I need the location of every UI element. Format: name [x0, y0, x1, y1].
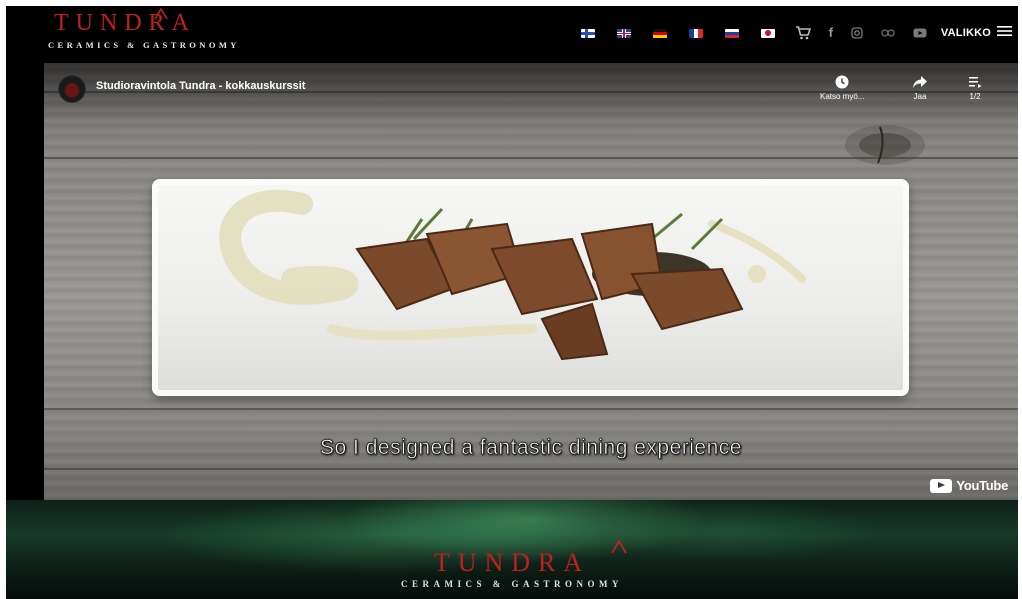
youtube-play-icon: [930, 478, 953, 493]
clock-icon: [835, 75, 849, 89]
wood-knot: [845, 125, 925, 165]
playlist-icon: [969, 77, 982, 88]
playlist-button[interactable]: 1/2: [968, 75, 982, 101]
hamburger-menu-icon[interactable]: [997, 24, 1012, 42]
banner-tagline: CERAMICS & GASTRONOMY: [400, 579, 623, 589]
flag-gb-icon[interactable]: [616, 28, 631, 38]
playlist-position-label: 1/2: [969, 92, 981, 101]
wood-plank-seam: [44, 468, 1018, 470]
logo-hat-icon: [154, 8, 168, 20]
youtube-logo-link[interactable]: YouTube: [930, 478, 1008, 493]
video-top-overlay: [44, 63, 1018, 123]
flag-de-icon[interactable]: [652, 28, 667, 38]
flag-fr-icon[interactable]: [688, 28, 703, 38]
video-caption: So I designed a fantastic dining experie…: [320, 436, 742, 460]
youtube-brand-label: YouTube: [956, 478, 1008, 493]
share-arrow-icon: [913, 76, 927, 88]
watch-later-label: Katso myö...: [820, 92, 865, 101]
fish-dish-illustration: [219, 189, 806, 361]
youtube-icon[interactable]: [913, 28, 927, 38]
header-nav: f VALIKKO: [559, 22, 1012, 44]
flag-fi-icon[interactable]: [580, 28, 595, 38]
site-header: TUNDRA CERAMICS & GASTRONOMY f VALIKKO: [6, 6, 1018, 63]
flag-jp-icon[interactable]: [760, 28, 775, 38]
cart-icon[interactable]: [795, 26, 811, 40]
channel-avatar[interactable]: [58, 75, 86, 103]
site-logo[interactable]: TUNDRA CERAMICS & GASTRONOMY: [48, 8, 240, 50]
wood-plank-seam: [44, 408, 1018, 410]
share-button[interactable]: Jaa: [912, 75, 928, 101]
video-title[interactable]: Studioravintola Tundra - kokkauskurssit: [96, 80, 305, 92]
share-label: Jaa: [913, 92, 927, 101]
logo-wordmark: TUNDRA: [54, 10, 196, 36]
flag-ru-icon[interactable]: [724, 28, 739, 38]
watch-later-button[interactable]: Katso myö...: [820, 75, 864, 101]
banner-logo: TUNDRA CERAMICS & GASTRONOMY: [6, 548, 1018, 589]
aurora-banner: TUNDRA CERAMICS & GASTRONOMY: [6, 500, 1018, 599]
logo-tagline: CERAMICS & GASTRONOMY: [48, 40, 240, 50]
banner-wordmark: TUNDRA: [433, 548, 591, 577]
menu-button-label[interactable]: VALIKKO: [941, 27, 991, 39]
tripadvisor-icon[interactable]: [881, 28, 895, 38]
youtube-video-player[interactable]: Studioravintola Tundra - kokkauskurssit …: [44, 63, 1018, 500]
page: TUNDRA CERAMICS & GASTRONOMY f VALIKKO S…: [6, 6, 1018, 599]
facebook-icon[interactable]: f: [829, 26, 833, 40]
banner-hat-icon: [611, 540, 627, 554]
instagram-icon[interactable]: [851, 27, 863, 39]
